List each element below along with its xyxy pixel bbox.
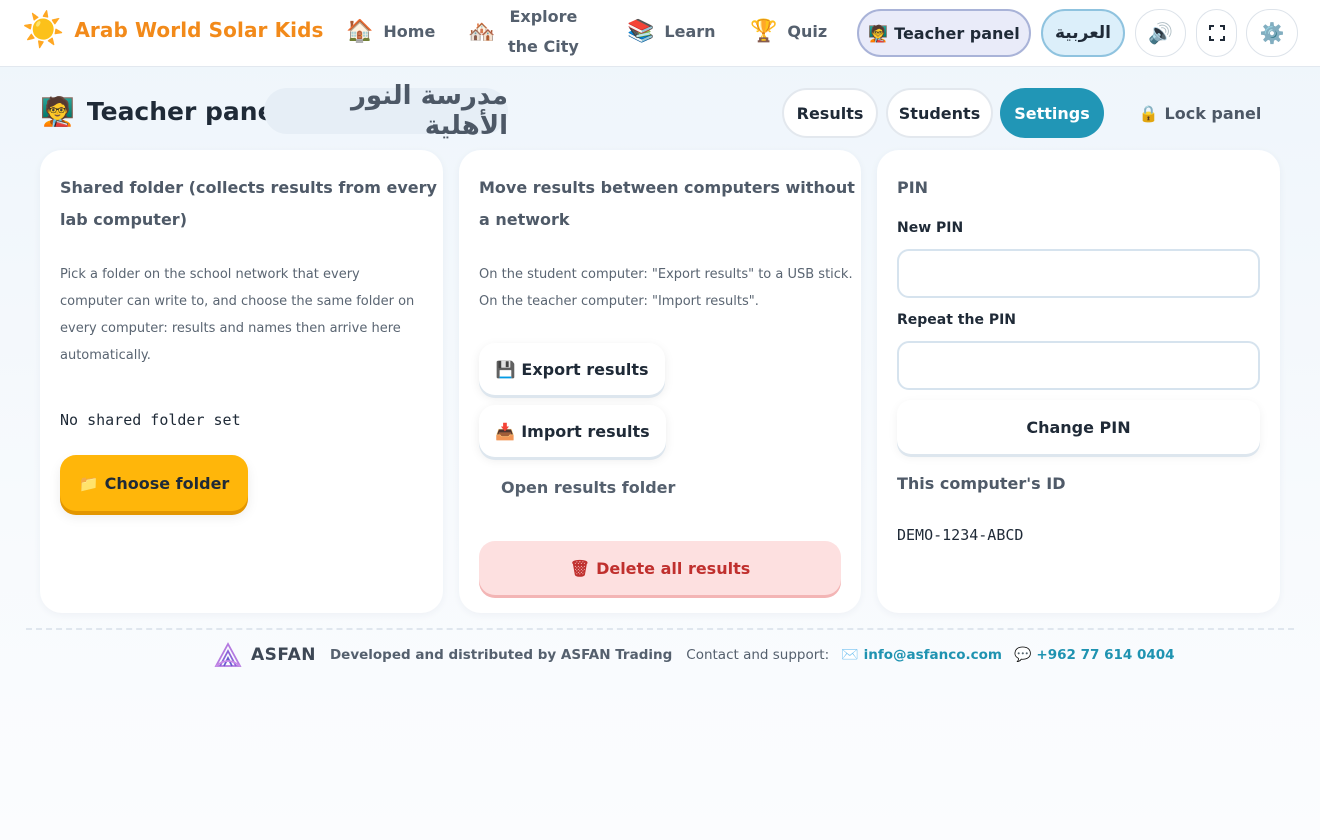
city-icon: 🏘️ [468, 19, 496, 45]
phone-text: +962 77 614 0404 [1036, 647, 1175, 663]
shared-folder-desc-line2: computer can write to, and choose the sa… [60, 294, 415, 309]
contact-label: Contact and support: [686, 647, 830, 663]
shared-folder-heading-line1: Shared folder (collects results from eve… [60, 178, 437, 197]
open-results-folder-link[interactable]: Open results folder [501, 478, 675, 497]
language-toggle-button[interactable]: العربية [1041, 9, 1125, 57]
import-results-button[interactable]: 📥 Import results [479, 405, 666, 457]
pin-heading: PIN [897, 178, 929, 197]
shared-folder-desc-line1: Pick a folder on the school network that… [60, 267, 360, 282]
brand[interactable]: ☀️ Arab World Solar Kids [22, 10, 324, 50]
tab-settings[interactable]: Settings [1000, 88, 1104, 138]
books-icon: 📚 [627, 18, 655, 44]
nav-explore-label-line2: the City [508, 37, 579, 56]
gear-icon: ⚙️ [1259, 21, 1285, 45]
brand-name: Arab World Solar Kids [74, 18, 324, 42]
page-title-text: Teacher panel [86, 96, 284, 126]
nav-explore-city[interactable]: 🏘️ Explore the City [468, 2, 581, 62]
speaker-icon: 🔊 [1148, 21, 1173, 45]
nav-explore-label-line1: Explore [509, 7, 578, 26]
transfer-results-card: Move results between computers without a… [459, 150, 861, 613]
asfan-logo-text: ASFAN [251, 645, 316, 665]
shared-folder-status: No shared folder set [60, 411, 241, 429]
transfer-heading-line1: Move results between computers without [479, 178, 855, 197]
footer-divider [26, 628, 1294, 630]
choose-folder-label: Choose folder [104, 473, 230, 493]
choose-folder-button[interactable]: 📁 Choose folder [60, 455, 248, 511]
nav-home[interactable]: 🏠 Home [346, 16, 435, 46]
pin-card: PIN New PIN Repeat the PIN Change PIN Th… [877, 150, 1280, 613]
shared-folder-heading: Shared folder (collects results from eve… [60, 172, 437, 236]
new-pin-input[interactable] [897, 249, 1260, 298]
transfer-description: On the student computer: "Export results… [479, 261, 853, 315]
nav-learn-label: Learn [664, 21, 716, 41]
inbox-icon: 📥 [495, 421, 516, 441]
email-link[interactable]: ✉️ info@asfanco.com [841, 647, 1002, 663]
nav-home-label: Home [383, 21, 436, 41]
repeat-pin-label: Repeat the PIN [897, 312, 1017, 328]
home-icon: 🏠 [346, 18, 374, 44]
nav-teacher-panel[interactable]: 🧑‍🏫 Teacher panel [857, 9, 1031, 57]
transfer-heading-line2: a network [479, 210, 570, 229]
new-pin-label: New PIN [897, 220, 964, 236]
transfer-heading: Move results between computers without a… [479, 172, 855, 236]
page-title: 🧑‍🏫 Teacher panel [40, 91, 283, 131]
teacher-icon: 🧑‍🏫 [40, 94, 75, 128]
teacher-icon: 🧑‍🏫 [868, 23, 889, 43]
sun-icon: ☀️ [22, 10, 65, 50]
phone-link[interactable]: 💬 +962 77 614 0404 [1014, 647, 1175, 663]
lock-panel-button[interactable]: 🔒 Lock panel [1128, 88, 1272, 138]
tab-results[interactable]: Results [782, 88, 878, 138]
shared-folder-desc-line4: automatically. [60, 348, 151, 363]
trash-icon: 🗑 [569, 558, 591, 578]
lock-panel-label: Lock panel [1164, 103, 1262, 123]
shared-folder-description: Pick a folder on the school network that… [60, 261, 414, 369]
computer-id-value: DEMO-1234-ABCD [897, 526, 1024, 544]
footer: ASFAN Developed and distributed by ASFAN… [213, 640, 1175, 670]
fullscreen-icon [1208, 25, 1225, 41]
chat-icon: 💬 [1013, 647, 1032, 663]
nav-explore-label: Explore the City [505, 2, 581, 62]
nav-quiz[interactable]: 🏆 Quiz [750, 16, 827, 46]
floppy-icon: 💾 [495, 359, 516, 379]
shared-folder-heading-line2: lab computer) [60, 210, 187, 229]
top-bar: ☀️ Arab World Solar Kids 🏠 Home 🏘️ Explo… [0, 0, 1320, 67]
folder-icon: 📁 [78, 473, 99, 493]
settings-button[interactable]: ⚙️ [1246, 9, 1298, 57]
delete-all-results-label: Delete all results [596, 558, 751, 578]
school-name-badge: مدرسة النور الأهلية [264, 81, 508, 141]
export-results-label: Export results [521, 359, 649, 379]
trophy-icon: 🏆 [750, 18, 778, 44]
mail-icon: ✉️ [841, 647, 859, 663]
transfer-desc-line1: On the student computer: "Export results… [479, 267, 853, 282]
shared-folder-desc-line3: every computer: results and names then a… [60, 321, 401, 336]
transfer-desc-line2: On the teacher computer: "Import results… [479, 294, 759, 309]
nav-learn[interactable]: 📚 Learn [627, 16, 716, 46]
sound-button[interactable]: 🔊 [1135, 9, 1186, 57]
repeat-pin-input[interactable] [897, 341, 1260, 390]
delete-all-results-button[interactable]: 🗑 Delete all results [479, 541, 841, 595]
email-text: info@asfanco.com [863, 647, 1002, 663]
shared-folder-card: Shared folder (collects results from eve… [40, 150, 443, 613]
nav-quiz-label: Quiz [787, 21, 828, 41]
asfan-logo-icon [214, 642, 242, 667]
fullscreen-button[interactable] [1196, 9, 1237, 57]
change-pin-button[interactable]: Change PIN [897, 400, 1260, 454]
computer-id-heading: This computer's ID [897, 474, 1066, 493]
export-results-button[interactable]: 💾 Export results [479, 343, 665, 395]
developer-credit: Developed and distributed by ASFAN Tradi… [329, 647, 673, 663]
import-results-label: Import results [521, 421, 650, 441]
lock-icon: 🔒 [1138, 103, 1159, 123]
tab-students[interactable]: Students [886, 88, 993, 138]
nav-teacher-panel-label: Teacher panel [894, 23, 1020, 43]
